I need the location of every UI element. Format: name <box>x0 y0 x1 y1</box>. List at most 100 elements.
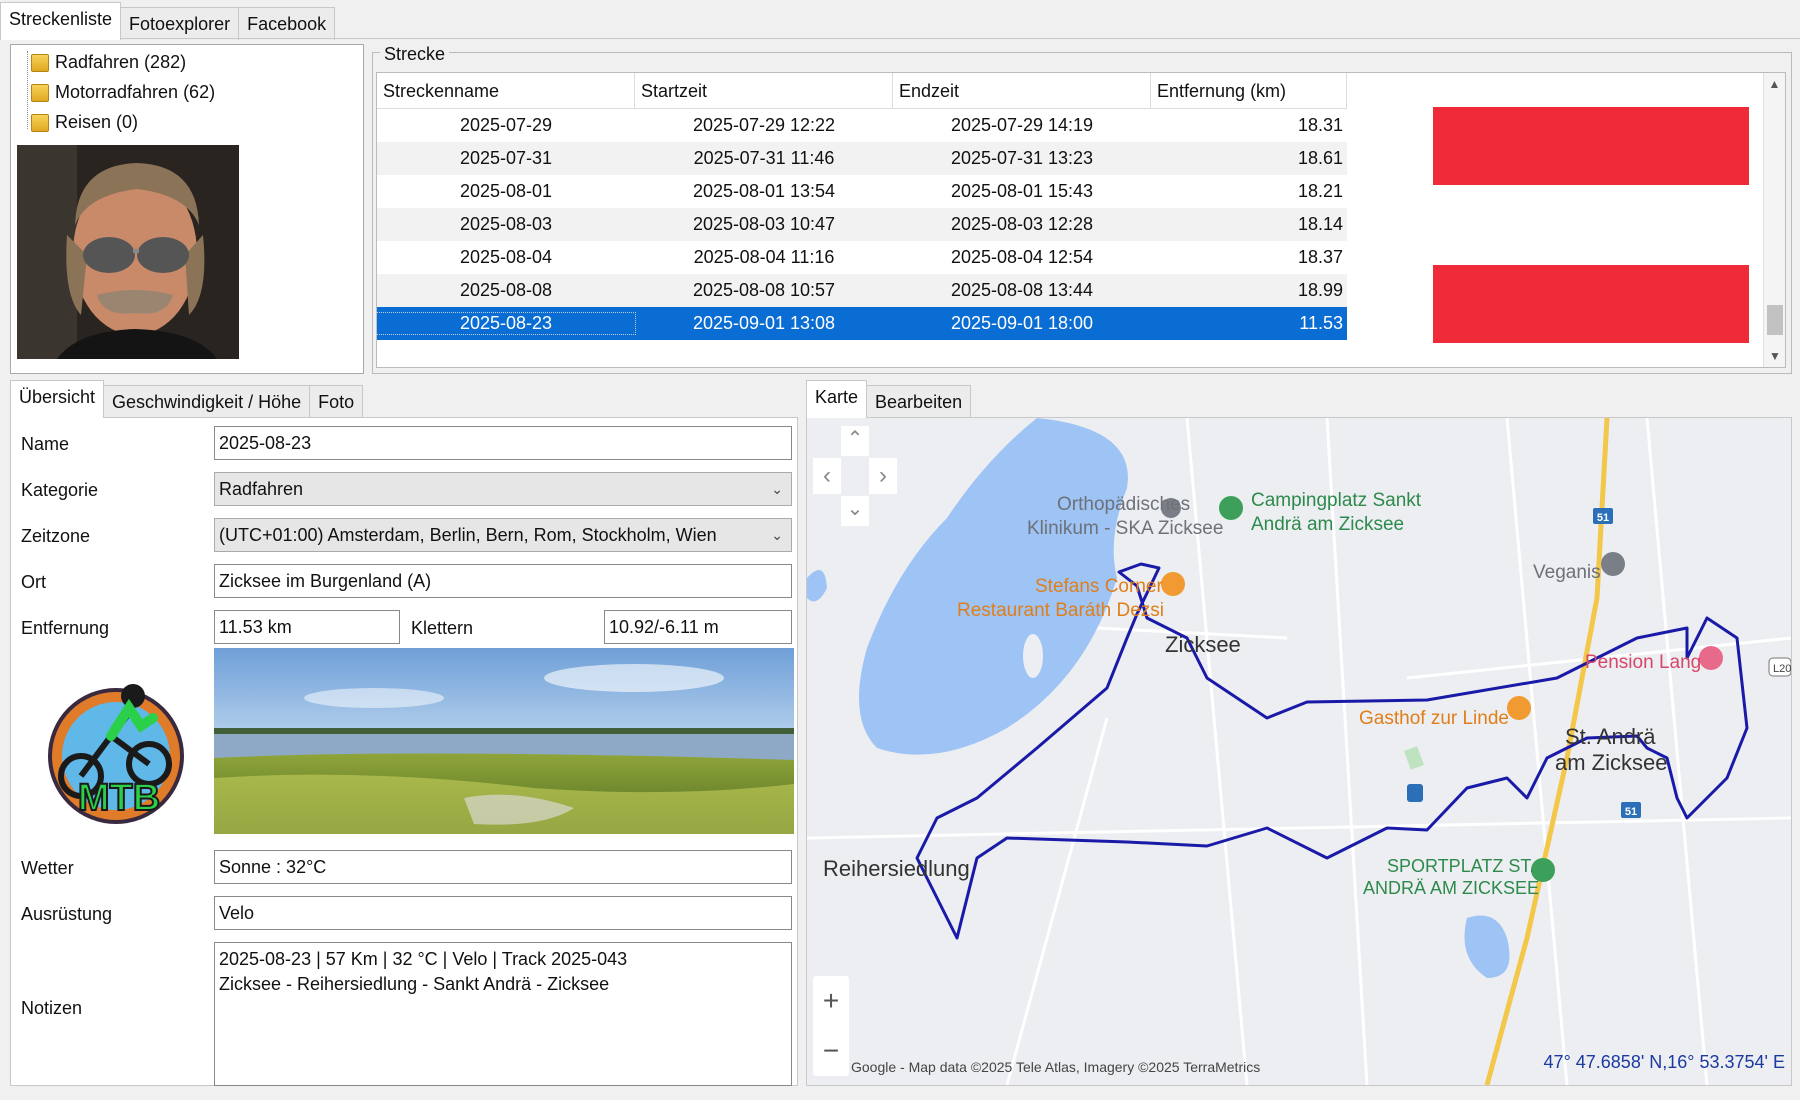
map-label-ortho2: Klinikum - SKA Zicksee <box>1027 518 1223 539</box>
table-cell: 2025-07-29 14:19 <box>950 115 1094 135</box>
zeitzone-value: (UTC+01:00) Amsterdam, Berlin, Bern, Rom… <box>219 525 717 545</box>
table-cell: 18.21 <box>1297 181 1343 201</box>
map-label-camp1: Campingplatz Sankt <box>1251 490 1422 511</box>
zoom-out-button[interactable]: − <box>813 1026 849 1076</box>
map-label-standra2: am Zicksee <box>1555 750 1667 775</box>
notizen-line-2: Zicksee - Reihersiedlung - Sankt Andrä -… <box>219 974 610 994</box>
tree-item-radfahren[interactable]: Radfahren (282) <box>31 47 215 77</box>
hotel-pin-icon <box>1699 646 1723 670</box>
track-photo[interactable] <box>214 648 794 834</box>
map-view[interactable]: 51 51 Orthopädisches Klinikum - SKA Zick… <box>807 418 1791 1085</box>
chevron-down-icon: ⌄ <box>771 481 783 497</box>
table-cell: 18.99 <box>1297 280 1343 300</box>
tab-uebersicht[interactable]: Übersicht <box>10 380 105 418</box>
map-label-reiher: Reihersiedlung <box>823 856 970 881</box>
table-cell: 2025-08-08 13:44 <box>950 280 1094 300</box>
tree-line <box>27 51 28 129</box>
map-label-pension: Pension Lang <box>1585 652 1701 673</box>
category-tree-panel: Radfahren (282) Motorradfahren (62) Reis… <box>10 44 364 374</box>
avatar <box>17 145 239 359</box>
strecke-scrollbar[interactable]: ▲ ▼ <box>1763 73 1785 367</box>
tab-bearbeiten[interactable]: Bearbeiten <box>866 385 972 418</box>
table-row[interactable]: 2025-08-04 2025-08-04 11:16 2025-08-04 12:… <box>377 241 1347 274</box>
tree-item-motorradfahren[interactable]: Motorradfahren (62) <box>31 77 215 107</box>
tab-streckenliste[interactable]: Streckenliste <box>0 2 122 40</box>
kategorie-label: Kategorie <box>21 480 99 500</box>
ausruestung-label: Ausrüstung <box>21 904 113 924</box>
ausruestung-field[interactable]: Velo <box>214 896 792 930</box>
table-cell: 2025-08-01 <box>459 181 553 201</box>
entfernung-field[interactable]: 11.53 km <box>214 610 400 644</box>
strecke-rows: 2025-07-29 2025-07-29 12:22 2025-07-29 14:… <box>376 109 1347 340</box>
table-cell: 18.61 <box>1297 148 1343 168</box>
map-attribution: Google - Map data ©2025 Tele Atlas, Imag… <box>851 1059 1260 1075</box>
table-row[interactable]: 2025-08-08 2025-08-08 10:57 2025-08-08 13:… <box>377 274 1347 307</box>
map-label-veganis: Veganis <box>1533 562 1601 583</box>
name-field[interactable]: 2025-08-23 <box>214 426 792 460</box>
folder-icon <box>31 84 49 102</box>
table-row[interactable]: 2025-07-31 2025-07-31 11:46 2025-07-31 13:… <box>377 142 1347 175</box>
bus-stop-icon <box>1407 784 1423 802</box>
entfernung-label: Entfernung <box>21 618 110 638</box>
table-cell: 2025-08-08 10:57 <box>692 280 836 300</box>
wetter-label: Wetter <box>21 858 74 878</box>
map-label-zicksee: Zicksee <box>1165 632 1241 657</box>
map-label-stefans1: Stefans Corner <box>1035 576 1163 597</box>
klettern-field[interactable]: 10.92/-6.11 m <box>604 610 792 644</box>
table-row[interactable]: 2025-07-29 2025-07-29 12:22 2025-07-29 14:… <box>377 109 1347 142</box>
tab-geschwindigkeit-hoehe[interactable]: Geschwindigkeit / Höhe <box>103 385 311 418</box>
col-endzeit[interactable]: Endzeit <box>893 72 1151 109</box>
detail-tab-bar: Übersicht Geschwindigkeit / Höhe Foto <box>10 378 800 418</box>
wetter-field[interactable]: Sonne : 32°C <box>214 850 792 884</box>
table-cell: 2025-08-03 12:28 <box>950 214 1094 234</box>
tab-foto[interactable]: Foto <box>309 385 364 418</box>
pan-right-icon[interactable]: › <box>869 458 897 494</box>
table-cell: 2025-09-01 18:00 <box>950 313 1094 333</box>
table-cell: 2025-08-23 <box>376 312 636 335</box>
map-label-sport1: SPORTPLATZ ST. <box>1387 856 1534 876</box>
veganis-pin-icon <box>1601 552 1625 576</box>
col-startzeit[interactable]: Startzeit <box>635 72 893 109</box>
zeitzone-select[interactable]: (UTC+01:00) Amsterdam, Berlin, Bern, Rom… <box>214 518 792 552</box>
map-label-gasthof: Gasthof zur Linde <box>1359 708 1509 729</box>
table-cell: 2025-08-04 <box>459 247 553 267</box>
table-cell: 2025-09-01 13:08 <box>692 313 836 333</box>
tab-facebook[interactable]: Facebook <box>238 7 336 40</box>
tab-karte[interactable]: Karte <box>806 380 868 418</box>
tree-item-label: Reisen (0) <box>55 111 139 132</box>
strecke-header: Streckenname Startzeit Endzeit Entfernun… <box>377 72 1347 109</box>
map-coordinates: 47° 47.6858' N,16° 53.3754' E <box>1544 1052 1785 1072</box>
scroll-down-icon[interactable]: ▼ <box>1764 349 1786 363</box>
col-entfernung[interactable]: Entfernung (km) <box>1151 72 1347 109</box>
zoom-in-button[interactable]: + <box>813 976 849 1026</box>
table-cell: 18.31 <box>1297 115 1343 135</box>
table-cell: 2025-07-31 <box>459 148 553 168</box>
ort-field[interactable]: Zicksee im Burgenland (A) <box>214 564 792 598</box>
table-row[interactable]: 2025-08-01 2025-08-01 13:54 2025-08-01 15:… <box>377 175 1347 208</box>
folder-icon <box>31 114 49 132</box>
table-row[interactable]: 2025-08-03 2025-08-03 10:47 2025-08-03 12:… <box>377 208 1347 241</box>
pan-left-icon[interactable]: ‹ <box>813 458 841 494</box>
mtb-logo: MTB <box>48 684 184 824</box>
notizen-textarea[interactable]: 2025-08-23 | 57 Km | 32 °C | Velo | Trac… <box>214 942 792 1086</box>
lake-island <box>1023 634 1043 678</box>
table-cell: 2025-08-08 <box>459 280 553 300</box>
table-row[interactable]: 2025-08-23 2025-09-01 13:08 2025-09-01 18:… <box>376 307 1347 340</box>
col-streckenname[interactable]: Streckenname <box>377 72 635 109</box>
table-cell: 2025-08-03 10:47 <box>692 214 836 234</box>
pan-up-icon[interactable]: ⌃ <box>841 426 869 456</box>
mtb-logo-text: MTB <box>78 777 160 819</box>
table-cell: 18.37 <box>1297 247 1343 267</box>
road-sign-l20-text: L20 <box>1773 663 1791 675</box>
map-label-ortho1: Orthopädisches <box>1057 494 1190 515</box>
scroll-thumb[interactable] <box>1767 305 1783 335</box>
notizen-label: Notizen <box>21 998 83 1018</box>
tab-fotoexplorer[interactable]: Fotoexplorer <box>120 7 240 40</box>
tree-item-reisen[interactable]: Reisen (0) <box>31 107 215 137</box>
pan-down-icon[interactable]: ⌄ <box>841 496 869 526</box>
klettern-label: Klettern <box>411 618 474 638</box>
kategorie-select[interactable]: Radfahren ⌄ <box>214 472 792 506</box>
notizen-line-1: 2025-08-23 | 57 Km | 32 °C | Velo | Trac… <box>219 949 628 969</box>
scroll-up-icon[interactable]: ▲ <box>1764 77 1785 91</box>
campground-pin-icon <box>1219 496 1243 520</box>
